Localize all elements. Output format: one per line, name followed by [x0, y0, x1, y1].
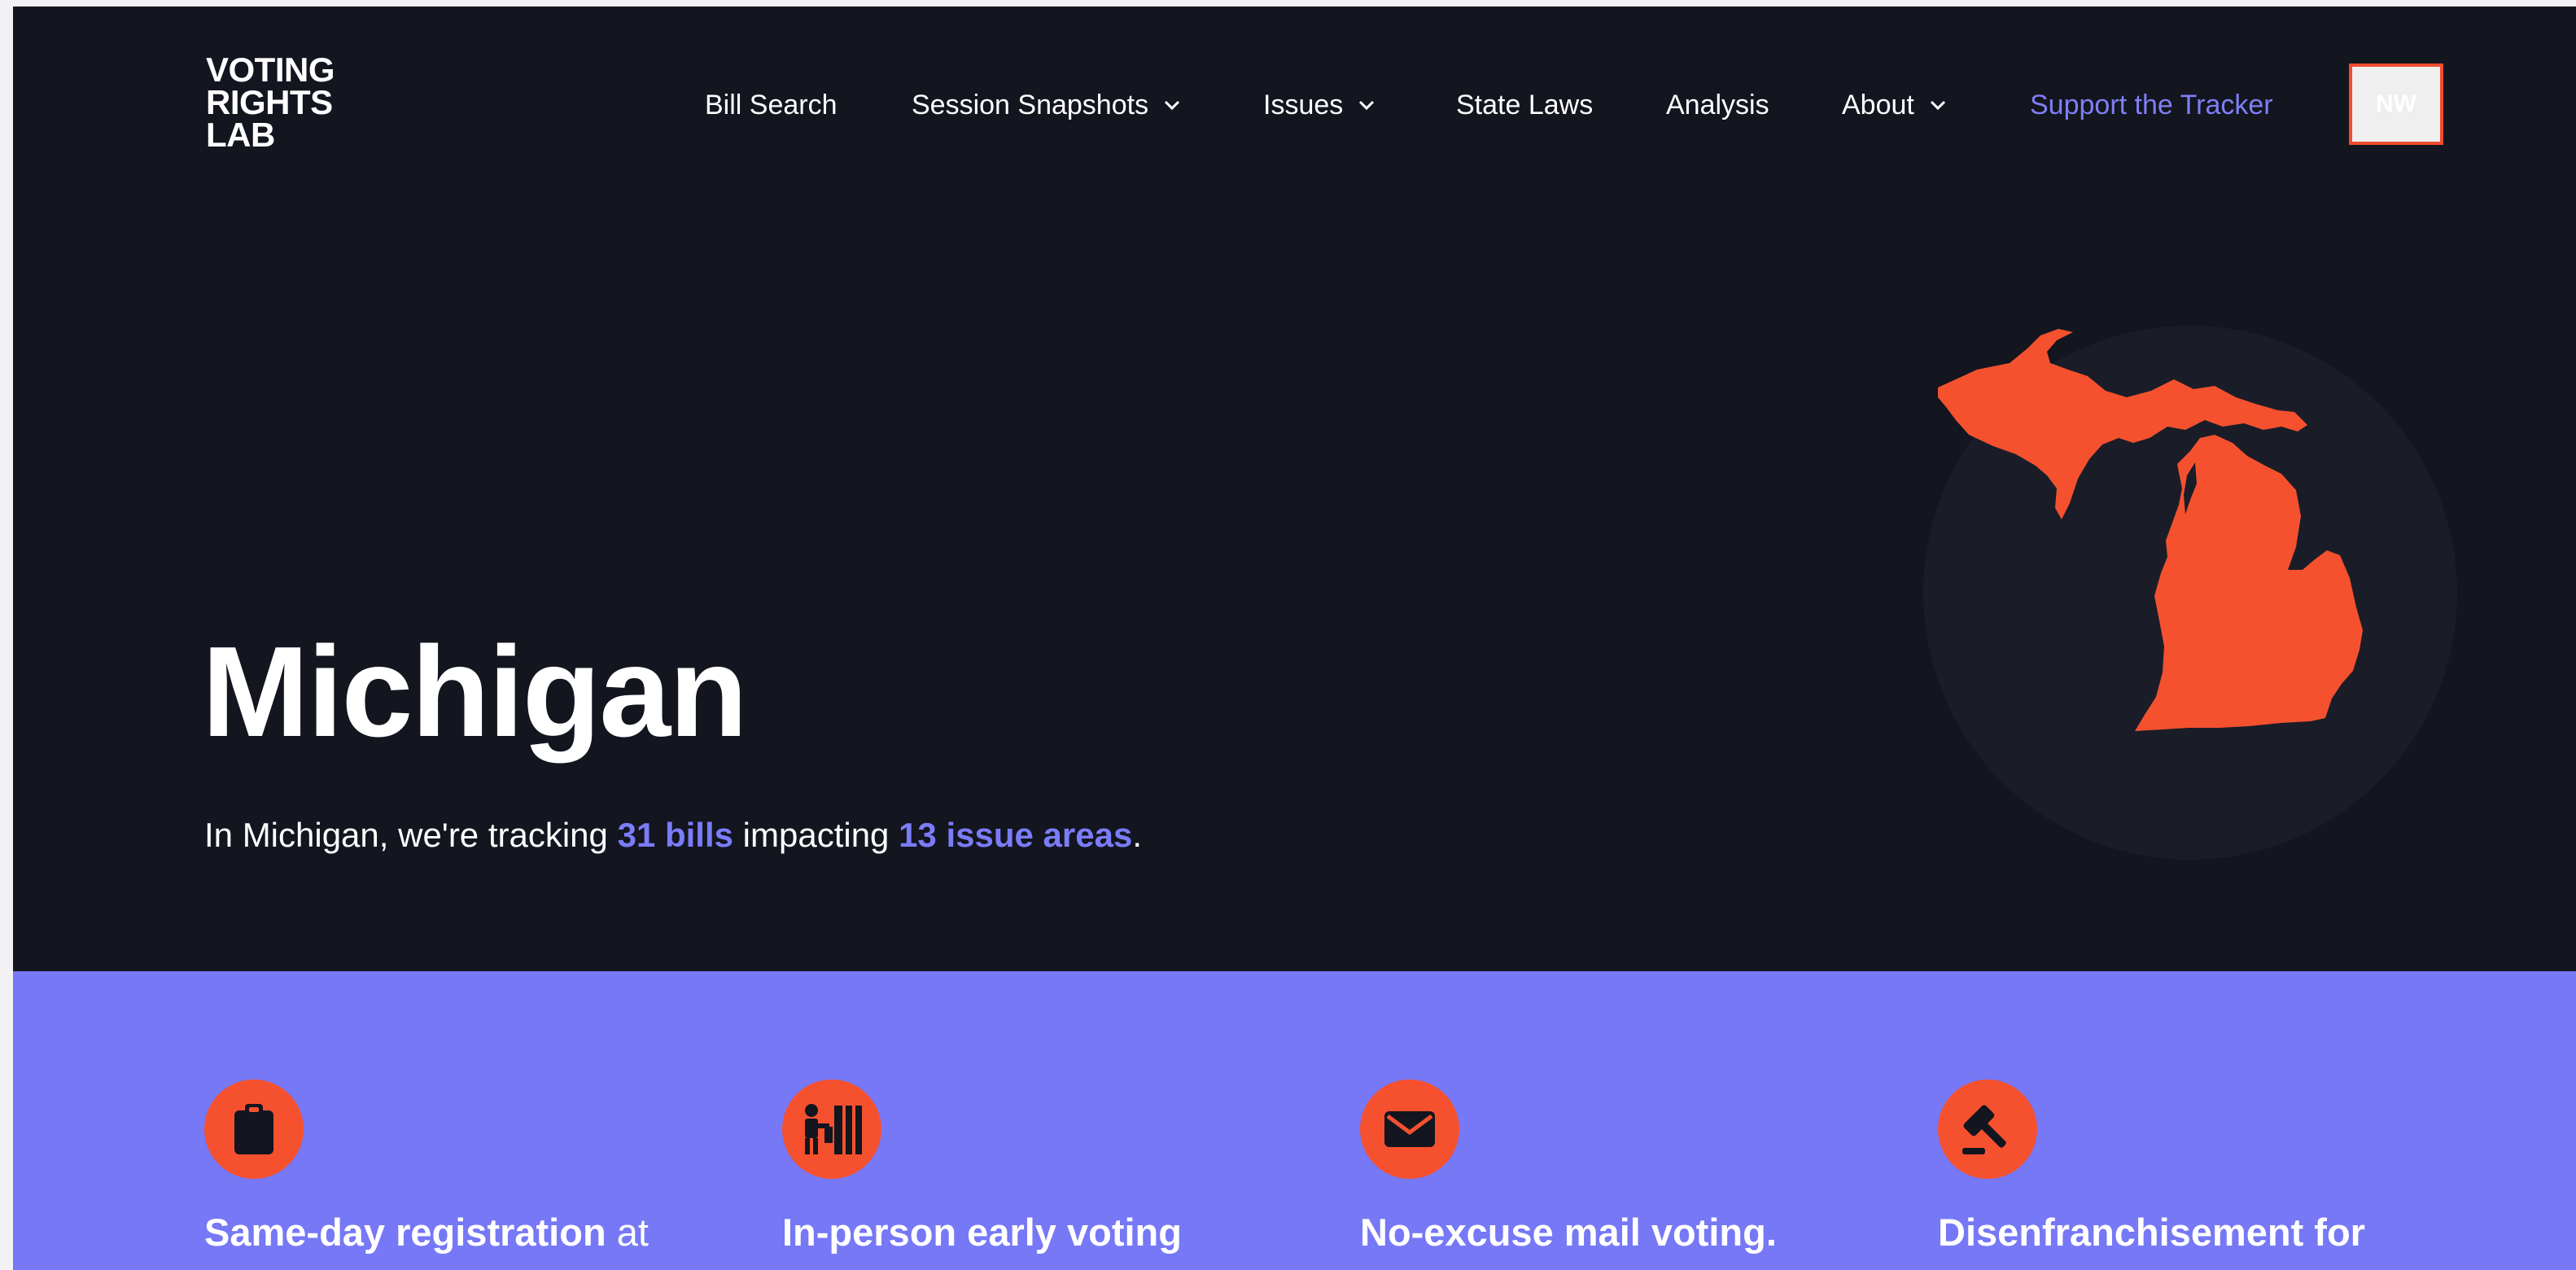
hero-section: VOTING RIGHTS LAB Bill Search Session Sn…: [13, 7, 2576, 971]
issue-title-bold: Disenfranchisement for: [1938, 1211, 2365, 1254]
page-title: Michigan: [202, 620, 748, 764]
nav-about[interactable]: About: [1842, 89, 1947, 121]
issue-icon-circle: [1360, 1080, 1459, 1179]
support-the-tracker-link[interactable]: Support the Tracker: [2030, 89, 2273, 121]
issue-icon-circle: [204, 1080, 304, 1179]
chevron-down-icon: [1930, 100, 1945, 111]
nav-label: Issues: [1263, 90, 1344, 120]
nav-bill-search[interactable]: Bill Search: [705, 89, 838, 121]
user-initials: NW: [2376, 90, 2416, 117]
issue-title-bold: In-person early voting: [782, 1211, 1182, 1254]
nav-session-snapshots[interactable]: Session Snapshots: [912, 89, 1181, 121]
issue-title: Same-day registration at: [204, 1210, 649, 1255]
page-frame: VOTING RIGHTS LAB Bill Search Session Sn…: [13, 7, 2576, 1270]
issue-title-bold: No-excuse mail voting.: [1360, 1211, 1777, 1254]
issue-title-bold: Same-day registration: [204, 1211, 606, 1254]
envelope-icon: [1384, 1111, 1435, 1147]
nav-label: Session Snapshots: [912, 90, 1149, 120]
issue-title: In-person early voting: [782, 1210, 1182, 1255]
issue-title: Disenfranchisement for: [1938, 1210, 2365, 1255]
issue-areas-link[interactable]: 13 issue areas: [899, 816, 1132, 854]
issue-title: No-excuse mail voting.: [1360, 1210, 1777, 1255]
user-account-button[interactable]: NW: [2349, 64, 2443, 145]
issue-title-rest: at: [606, 1211, 649, 1254]
issue-icon-circle: [782, 1080, 881, 1179]
chevron-down-icon: [1359, 100, 1375, 111]
nav-label: About: [1842, 90, 1914, 120]
clipboard-icon: [234, 1104, 273, 1154]
main-nav: Bill Search Session Snapshots Issues Sta…: [13, 7, 2576, 202]
michigan-map-graphic: [1913, 316, 2467, 869]
gavel-icon: [1962, 1105, 2006, 1154]
nav-label: State Laws: [1456, 90, 1594, 120]
chevron-down-icon: [1165, 100, 1180, 111]
bills-count-link[interactable]: 31 bills: [618, 816, 733, 854]
michigan-map-icon: [1923, 326, 2457, 860]
nav-label: Analysis: [1666, 90, 1769, 120]
nav-label: Support the Tracker: [2030, 90, 2273, 120]
nav-analysis[interactable]: Analysis: [1666, 89, 1769, 121]
nav-state-laws[interactable]: State Laws: [1456, 89, 1593, 121]
summary-suffix: .: [1132, 816, 1142, 854]
nav-label: Bill Search: [705, 90, 838, 120]
summary-middle: impacting: [733, 816, 899, 854]
tracking-summary: In Michigan, we're tracking 31 bills imp…: [204, 814, 1142, 856]
nav-issues[interactable]: Issues: [1263, 89, 1375, 121]
voting-booth-icon: [805, 1104, 862, 1154]
issue-icon-circle: [1938, 1080, 2037, 1179]
summary-prefix: In Michigan, we're tracking: [204, 816, 618, 854]
